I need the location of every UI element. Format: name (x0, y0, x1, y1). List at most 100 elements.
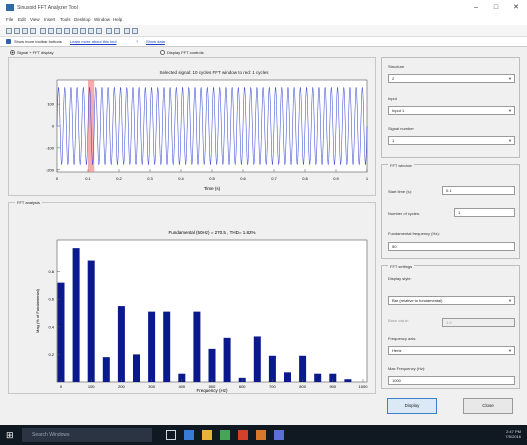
fft-plot-panel: FFT analysis Fundamental (50Hz) = 270.5 … (8, 200, 376, 394)
file-explorer-icon[interactable] (202, 430, 212, 440)
hint-link-show[interactable]: Show data (146, 39, 165, 44)
fft-bar (314, 373, 322, 382)
help-icon[interactable]: ? (136, 39, 138, 44)
cycles-field[interactable]: 1 (454, 208, 515, 217)
fft-chart-title: Fundamental (50Hz) = 270.5 , THD= 1.82% (169, 230, 256, 235)
input-dropdown[interactable]: Input 1 ▼ (388, 106, 515, 115)
hint-bar: Show more toolbar buttons Learn more abo… (0, 37, 527, 47)
menu-bar: File Edit View Insert Tools Desktop Wind… (0, 15, 527, 25)
menu-tools[interactable]: Tools (60, 17, 71, 22)
maximize-button[interactable]: □ (488, 3, 504, 13)
menu-window[interactable]: Window (94, 17, 110, 22)
base-value-label: Base value: (388, 318, 409, 323)
structure-dropdown[interactable]: 2 ▼ (388, 74, 515, 83)
application-window: Sinusoid FFT Analyzer Tool – □ ✕ File Ed… (0, 0, 527, 445)
fft-bar (148, 311, 156, 382)
signal-number-dropdown[interactable]: 1 ▼ (388, 136, 515, 145)
minimize-button[interactable]: – (468, 3, 484, 13)
fft-bar (268, 355, 276, 382)
fft-bar (208, 348, 216, 382)
signal-xtick-label: 1 (366, 176, 369, 181)
display-style-dropdown[interactable]: Bar (relative to fundamental) ▼ (388, 296, 515, 305)
colorbar-icon[interactable] (106, 28, 112, 34)
display-button[interactable]: Display (387, 398, 437, 414)
signal-ytick-label: -200 (46, 167, 55, 172)
close-dialog-button[interactable]: Close (463, 398, 513, 414)
taskbar-clock: 2:47 PM 7/5/2016 (505, 429, 521, 439)
store-icon[interactable] (220, 430, 230, 440)
signal-xtick-label: 0.6 (240, 176, 246, 181)
zoom-in-icon[interactable] (48, 28, 54, 34)
menu-file[interactable]: File (6, 17, 13, 22)
signal-xtick-label: 0.9 (333, 176, 339, 181)
edge-browser-icon[interactable] (184, 430, 194, 440)
pointer-icon[interactable] (40, 28, 46, 34)
toolbar (0, 25, 527, 37)
app-icon-taskbar[interactable] (274, 430, 284, 440)
signal-xtick-label: 0.5 (209, 176, 215, 181)
close-button[interactable]: ✕ (508, 3, 524, 13)
open-icon[interactable] (14, 28, 20, 34)
brush-icon[interactable] (88, 28, 94, 34)
fft-ytick-label: 0.6 (48, 297, 54, 302)
signal-plot-title: Selected signal: 10 cycles FFT window to… (160, 70, 270, 75)
hide-plot-icon[interactable] (124, 28, 130, 34)
signal-plot[interactable]: Selected signal: 10 cycles FFT window to… (9, 58, 375, 195)
matlab-icon[interactable] (256, 430, 266, 440)
menu-edit[interactable]: Edit (18, 17, 26, 22)
start-time-field[interactable]: 0.1 (442, 186, 515, 195)
hint-link-learn[interactable]: Learn more about this tool (70, 39, 116, 44)
print-icon[interactable] (30, 28, 36, 34)
zoom-out-icon[interactable] (56, 28, 62, 34)
info-icon (6, 39, 11, 44)
signal-xtick-label: 0.2 (116, 176, 122, 181)
structure-label: Structure (388, 64, 405, 69)
signal-plot-panel: Selected signal: 10 cycles FFT window to… (8, 57, 376, 196)
display-style-label: Display style: (388, 276, 412, 281)
task-view-icon[interactable] (166, 430, 176, 440)
fft-xtick-label: 700 (269, 384, 276, 389)
fft-window-group: FFT window Start time (s): 0.1 Number of… (381, 163, 520, 259)
rotate-icon[interactable] (72, 28, 78, 34)
fft-bar (253, 336, 261, 382)
menu-help[interactable]: Help (113, 17, 122, 22)
fft-xtick-label: 800 (299, 384, 306, 389)
new-icon[interactable] (6, 28, 12, 34)
start-time-label: Start time (s): (388, 189, 413, 194)
show-plot-icon[interactable] (132, 28, 138, 34)
fft-bar (299, 355, 307, 382)
data-cursor-icon[interactable] (80, 28, 86, 34)
fundamental-label: Fundamental frequency (Hz): (388, 231, 440, 236)
pan-icon[interactable] (64, 28, 70, 34)
menu-insert[interactable]: Insert (44, 17, 55, 22)
frequency-axis-dropdown[interactable]: Hertz ▼ (388, 346, 515, 355)
fundamental-field[interactable]: 50 (388, 242, 515, 251)
menu-view[interactable]: View (30, 17, 40, 22)
mode-radio-2[interactable]: Display FFT controls (160, 50, 204, 56)
max-frequency-field[interactable]: 1000 (388, 376, 515, 385)
base-value-field: 1.0 (442, 318, 515, 327)
fft-chart[interactable]: Fundamental (50Hz) = 270.5 , THD= 1.82% … (9, 203, 375, 393)
menu-desktop[interactable]: Desktop (74, 17, 91, 22)
mode-radio-1[interactable]: Signal + FFT display (10, 50, 54, 56)
chevron-down-icon: ▼ (508, 298, 512, 303)
fft-ylabel: Mag (% of Fundamental) (35, 288, 40, 333)
signal-ytick-label: 100 (47, 102, 54, 107)
legend-icon[interactable] (114, 28, 120, 34)
link-icon[interactable] (96, 28, 102, 34)
fft-bar (284, 372, 291, 382)
save-icon[interactable] (22, 28, 28, 34)
fft-xtick-label: 1000 (359, 384, 369, 389)
signal-number-label: Signal number (388, 126, 414, 131)
radio-dot-icon (160, 50, 165, 56)
taskbar-search-input[interactable]: Search Windows (22, 428, 152, 442)
fft-settings-title: FFT settings (388, 264, 415, 269)
windows-start-icon[interactable]: ⊞ (6, 430, 16, 440)
frequency-axis-label: Frequency axis: (388, 336, 417, 341)
fft-xtick-label: 0 (60, 384, 63, 389)
fft-bar (163, 311, 171, 382)
hint-text: Show more toolbar buttons (14, 39, 62, 44)
office-icon[interactable] (238, 430, 248, 440)
signal-xtick-label: 0.1 (85, 176, 91, 181)
fft-panel-label: FFT analysis (15, 200, 42, 205)
